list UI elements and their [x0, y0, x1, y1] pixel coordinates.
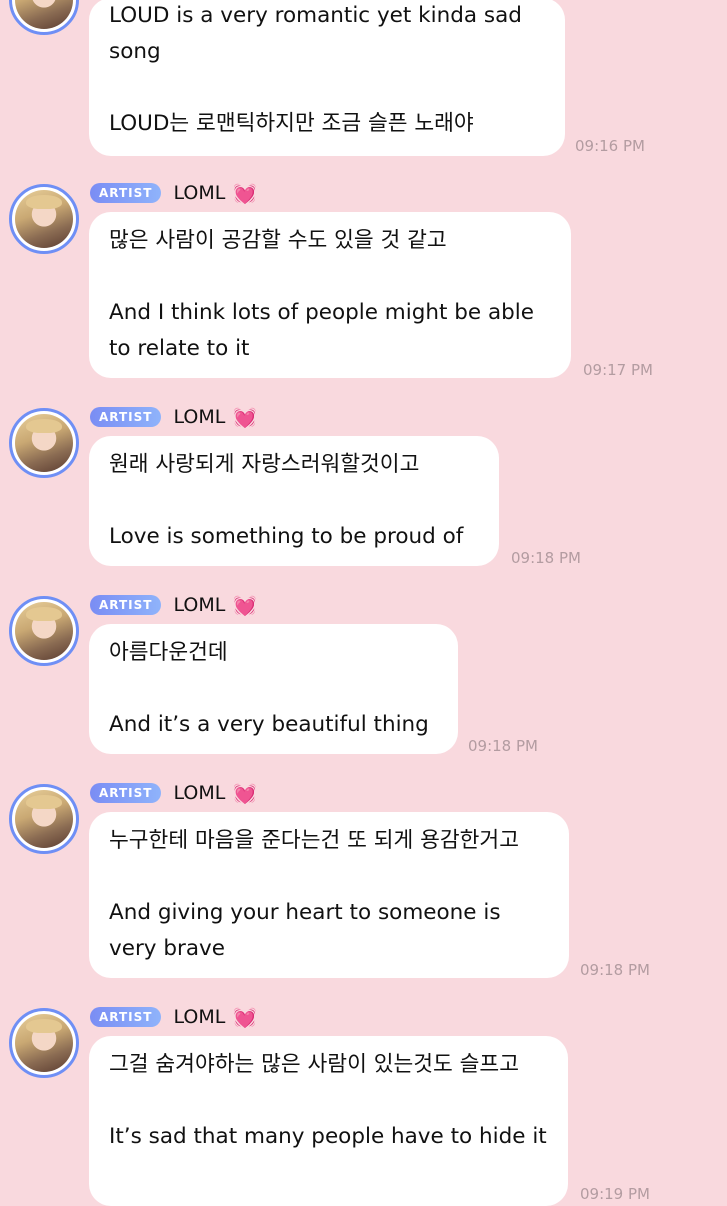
message-header: ARTIST LOML 💓 [90, 592, 257, 618]
artist-avatar[interactable] [9, 784, 79, 854]
message-bubble[interactable]: 그걸 숨겨야하는 많은 사람이 있는것도 슬프고 It’s sad that m… [89, 1036, 568, 1206]
sender-name[interactable]: LOML [173, 594, 225, 616]
artist-badge: ARTIST [90, 783, 162, 803]
message-timestamp: 09:18 PM [580, 961, 650, 979]
artist-avatar[interactable] [9, 1008, 79, 1078]
sender-name[interactable]: LOML [173, 1006, 225, 1028]
artist-badge: ARTIST [90, 407, 162, 427]
message-bubble[interactable]: 원래 사랑되게 자랑스러워할것이고 Love is something to b… [89, 436, 499, 566]
heart-icon: 💓 [233, 406, 257, 429]
message-bubble[interactable]: 아름다운건데 And it’s a very beautiful thing [89, 624, 458, 754]
message-timestamp: 09:18 PM [468, 737, 538, 755]
message-timestamp: 09:18 PM [511, 549, 581, 567]
artist-avatar[interactable] [9, 0, 79, 35]
message-timestamp: 09:16 PM [575, 137, 645, 155]
artist-avatar[interactable] [9, 408, 79, 478]
avatar-photo [15, 0, 73, 29]
artist-badge: ARTIST [90, 1007, 162, 1027]
message-bubble[interactable]: LOUD is a very romantic yet kinda sad so… [89, 0, 565, 156]
artist-badge: ARTIST [90, 183, 162, 203]
heart-icon: 💓 [233, 594, 257, 617]
message-timestamp: 09:17 PM [583, 361, 653, 379]
message-header: ARTIST LOML 💓 [90, 404, 257, 430]
heart-icon: 💓 [233, 782, 257, 805]
sender-name[interactable]: LOML [173, 782, 225, 804]
message-timestamp: 09:19 PM [580, 1185, 650, 1203]
message-header: ARTIST LOML 💓 [90, 1004, 257, 1030]
sender-name[interactable]: LOML [173, 182, 225, 204]
heart-icon: 💓 [233, 182, 257, 205]
message-bubble[interactable]: 누구한테 마음을 준다는건 또 되게 용감한거고 And giving your… [89, 812, 569, 978]
artist-avatar[interactable] [9, 596, 79, 666]
message-bubble[interactable]: 많은 사람이 공감할 수도 있을 것 같고 And I think lots o… [89, 212, 571, 378]
message-header: ARTIST LOML 💓 [90, 780, 257, 806]
message-header: ARTIST LOML 💓 [90, 180, 257, 206]
heart-icon: 💓 [233, 1006, 257, 1029]
artist-badge: ARTIST [90, 595, 162, 615]
sender-name[interactable]: LOML [173, 406, 225, 428]
artist-avatar[interactable] [9, 184, 79, 254]
